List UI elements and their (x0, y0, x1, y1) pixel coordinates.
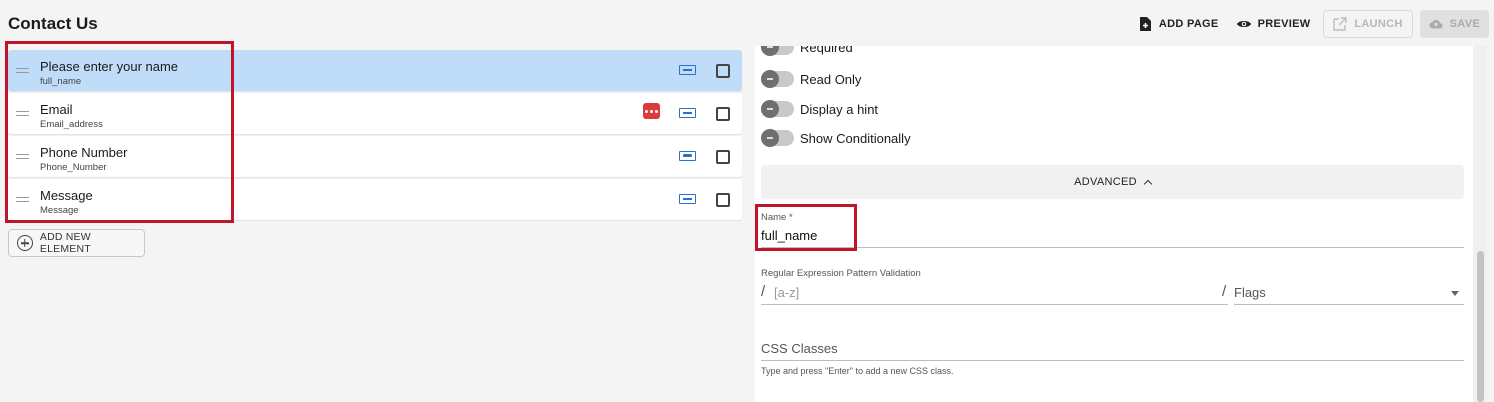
toggle-label: Read Only (800, 71, 862, 87)
element-label: Email (40, 102, 73, 117)
form-elements-list: Please enter your name full_name Email E… (8, 50, 742, 222)
launch-button[interactable]: LAUNCH (1323, 10, 1413, 38)
form-element-row[interactable]: Please enter your name full_name (8, 50, 742, 91)
add-page-label: ADD PAGE (1158, 18, 1219, 30)
form-element-row[interactable]: Message Message (8, 179, 742, 220)
regex-field-label: Regular Expression Pattern Validation (761, 268, 921, 279)
text-field-icon (679, 65, 696, 75)
element-checkbox[interactable] (716, 107, 730, 121)
toggle-label: Required (800, 46, 853, 55)
toolbar-actions: ADD PAGE PREVIEW LAUNCH SAVE (1129, 10, 1489, 38)
scrollbar-thumb[interactable] (1477, 251, 1484, 402)
form-element-row[interactable]: Email Email_address (8, 93, 742, 134)
css-classes-input[interactable]: CSS Classes (761, 341, 838, 356)
form-element-row[interactable]: Phone Number Phone_Number (8, 136, 742, 177)
regex-input[interactable]: [a-z] (774, 285, 799, 300)
element-checkbox[interactable] (716, 193, 730, 207)
cloud-upload-icon (1429, 19, 1443, 29)
drag-handle-icon[interactable] (16, 154, 29, 159)
toggle-switch[interactable] (761, 46, 794, 56)
text-field-icon (679, 194, 696, 204)
element-label: Message (40, 188, 93, 203)
launch-label: LAUNCH (1354, 18, 1403, 30)
eye-icon (1236, 21, 1251, 27)
flags-select[interactable]: Flags (1234, 285, 1266, 300)
element-label: Phone Number (40, 145, 128, 160)
regex-input-underline (761, 304, 1228, 305)
phone-field-icon (679, 151, 696, 161)
drag-handle-icon[interactable] (16, 197, 29, 202)
element-key: Phone_Number (40, 162, 107, 173)
regex-prefix: / (761, 283, 766, 300)
save-label: SAVE (1449, 18, 1480, 30)
preview-button[interactable]: PREVIEW (1228, 10, 1320, 38)
name-input[interactable]: full_name (761, 228, 817, 243)
toggle-display-hint[interactable]: Display a hint (761, 100, 879, 118)
element-checkbox[interactable] (716, 64, 730, 78)
element-key: Message (40, 205, 79, 216)
name-field-label: Name * (761, 212, 793, 223)
toggle-required[interactable]: Required (761, 46, 853, 56)
save-button[interactable]: SAVE (1419, 10, 1489, 38)
more-options-icon[interactable] (643, 103, 660, 119)
element-settings-panel: Required Read Only Display a hint Show C… (755, 46, 1473, 402)
element-label: Please enter your name (40, 59, 179, 74)
caret-down-icon[interactable] (1451, 291, 1459, 296)
add-circle-icon (17, 235, 33, 251)
external-link-icon (1333, 17, 1348, 31)
css-classes-hint: Type and press "Enter" to add a new CSS … (761, 366, 954, 376)
toggle-label: Show Conditionally (800, 130, 911, 146)
advanced-section-toggle[interactable]: ADVANCED (761, 165, 1464, 199)
text-field-icon (679, 108, 696, 118)
toggle-switch[interactable] (761, 100, 794, 118)
element-checkbox[interactable] (716, 150, 730, 164)
page-title: Contact Us (8, 14, 98, 33)
drag-handle-icon[interactable] (16, 68, 29, 73)
css-classes-underline (761, 360, 1464, 361)
advanced-label: ADVANCED (1074, 176, 1137, 188)
regex-separator: / (1222, 283, 1227, 300)
toggle-switch[interactable] (761, 70, 794, 88)
top-bar: Contact Us ADD PAGE PREVIEW LAUNCH SAVE (0, 0, 1494, 46)
add-page-icon (1139, 17, 1151, 31)
add-new-element-button[interactable]: ADD NEW ELEMENT (8, 229, 145, 257)
drag-handle-icon[interactable] (16, 111, 29, 116)
toggle-switch[interactable] (761, 129, 794, 147)
add-page-button[interactable]: ADD PAGE (1129, 10, 1228, 38)
add-new-element-label: ADD NEW ELEMENT (39, 231, 91, 255)
toggle-show-conditionally[interactable]: Show Conditionally (761, 129, 911, 147)
element-key: full_name (40, 76, 82, 87)
name-input-underline (761, 247, 1464, 248)
preview-label: PREVIEW (1257, 18, 1311, 30)
flags-select-underline (1234, 304, 1464, 305)
toggle-read-only[interactable]: Read Only (761, 70, 862, 88)
element-key: Email_address (40, 119, 103, 130)
chevron-up-icon (1143, 179, 1153, 188)
toggle-label: Display a hint (800, 101, 879, 117)
settings-scrollbar[interactable] (1473, 46, 1487, 402)
